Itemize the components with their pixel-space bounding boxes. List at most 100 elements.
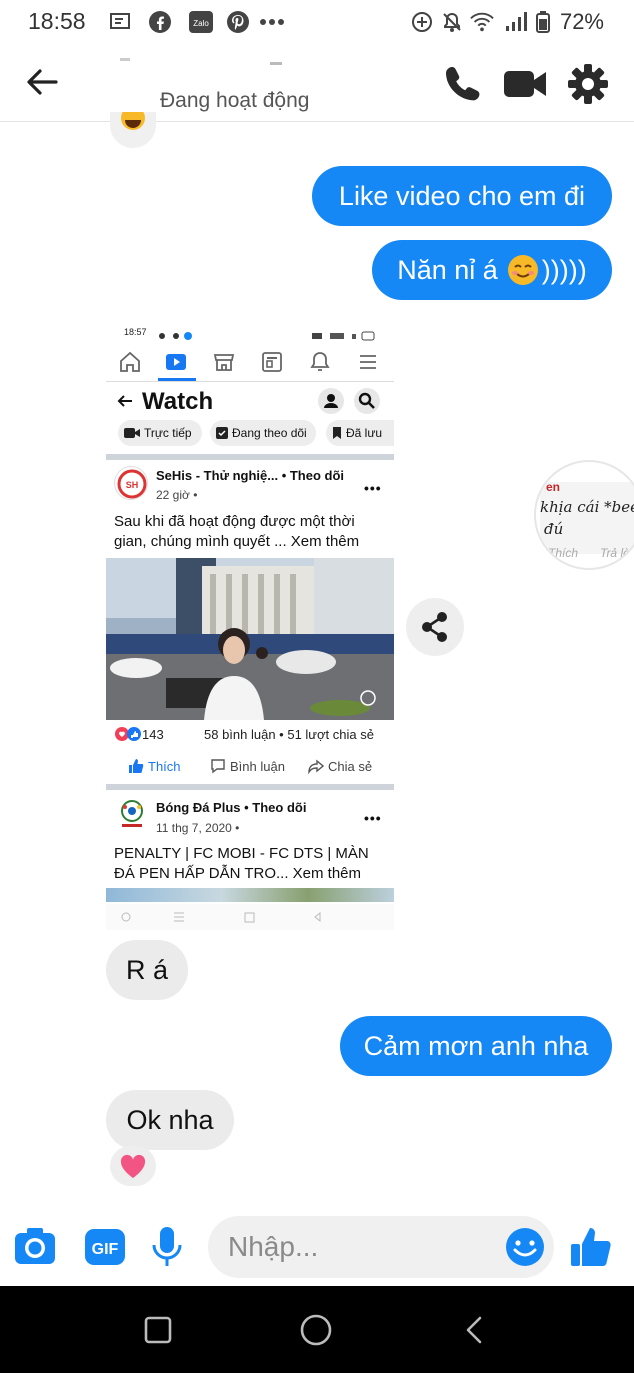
post-time: 22 giờ •: [156, 488, 198, 502]
contact-name-obscured: [120, 58, 130, 61]
square-icon: [144, 1316, 172, 1344]
screenshot-system-nav: [106, 904, 394, 930]
settings-button[interactable]: [566, 62, 610, 106]
message-incoming[interactable]: Ok nha: [106, 1090, 234, 1150]
menu-icon: [356, 350, 380, 374]
message-composer: GIF: [0, 1210, 634, 1286]
preview-line1: khịa cái *beep: [540, 498, 634, 516]
camera-button[interactable]: [12, 1224, 58, 1270]
message-text-tail: ))))): [541, 254, 587, 285]
reaction-count: 143: [142, 727, 164, 742]
message-text: Năn nỉ á: [397, 254, 498, 285]
facebook-icon: [148, 10, 172, 34]
contact-status: Đang hoạt động: [160, 89, 310, 112]
thumbs-up-icon: [571, 1228, 611, 1266]
status-bar: 18:58 Zalo 72%: [0, 0, 634, 44]
preview-line2: đú: [544, 520, 564, 538]
screenshot-time: 18:57: [124, 327, 147, 337]
microphone-icon: [152, 1227, 182, 1266]
message-text: R á: [125, 954, 169, 985]
reaction-icons: [114, 726, 144, 742]
settings-icon: [568, 64, 608, 104]
bookmark-icon: [333, 427, 341, 439]
circle-icon: [300, 1314, 332, 1346]
watch-title: Watch: [142, 388, 214, 415]
home-button[interactable]: [298, 1312, 334, 1348]
svg-text:Zalo: Zalo: [193, 19, 209, 28]
chip-following: Đang theo dõi: [210, 420, 316, 446]
chip-saved: Đã lưu: [326, 420, 394, 446]
emoji-button[interactable]: [502, 1224, 548, 1270]
post-text-line1: PENALTY | FC MOBI - FC DTS | MÀN: [114, 845, 369, 862]
back-chevron-icon: [466, 1316, 482, 1344]
profile-icon: [318, 388, 344, 414]
post-more-icon: •••: [364, 810, 382, 826]
microphone-button[interactable]: [144, 1224, 190, 1270]
comment-action: Bình luận: [210, 758, 285, 774]
reaction-bubble: [110, 106, 156, 148]
feed-separator: [106, 454, 394, 460]
message-incoming[interactable]: R á: [106, 940, 188, 1000]
post-text-line2: ĐÁ PEN HẤP DẪN TRO... Xem thêm: [114, 865, 362, 882]
page-avatar: [116, 798, 148, 830]
gif-button[interactable]: GIF: [82, 1224, 128, 1270]
watch-tab-icon: [164, 350, 188, 374]
battery-percent: 72%: [559, 9, 604, 34]
shared-screenshot-image[interactable]: 18:57 Watch Trực tiếp Đang theo dõi Đã l…: [106, 322, 394, 930]
data-saver-icon: [410, 10, 434, 34]
message-outgoing[interactable]: Cảm mơn anh nha: [340, 1016, 612, 1076]
share-button[interactable]: [406, 598, 464, 656]
emoji-icon: [506, 1228, 544, 1266]
phone-call-button[interactable]: [440, 62, 484, 106]
more-dots-icon: [258, 10, 286, 34]
live-video-icon: [124, 428, 140, 438]
phone-icon: [446, 67, 480, 101]
post-time: 11 thg 7, 2020 •: [156, 821, 240, 835]
like-send-button[interactable]: [568, 1224, 614, 1270]
back-button[interactable]: [22, 62, 62, 102]
message-text: Like video cho em đi: [338, 180, 586, 211]
share-arrow-icon: [308, 759, 324, 774]
next-video-thumbnail: [106, 888, 394, 902]
message-input[interactable]: [228, 1226, 498, 1268]
message-outgoing[interactable]: Like video cho em đi: [312, 166, 612, 226]
share-action: Chia sẻ: [308, 758, 372, 774]
smiling-emoji-icon: [507, 255, 538, 285]
reaction-bubble[interactable]: [110, 1146, 156, 1186]
post-page-name: Bóng Đá Plus • Theo dõi: [156, 800, 307, 815]
marketplace-icon: [212, 350, 236, 374]
like-action: Thích: [128, 758, 181, 774]
message-text: Cảm mơn anh nha: [363, 1030, 589, 1061]
screenshot-status-icons-left: [158, 328, 198, 340]
video-call-icon: [504, 71, 546, 97]
back-nav-button[interactable]: [458, 1314, 490, 1346]
screenshot-status-icons-right: [312, 328, 376, 341]
chip-live: Trực tiếp: [118, 420, 202, 446]
recent-apps-button[interactable]: [142, 1314, 174, 1346]
svg-text:GIF: GIF: [92, 1241, 119, 1258]
search-icon: [354, 388, 380, 414]
contact-name-obscured-2: [270, 62, 282, 65]
thumbs-up-icon: [129, 759, 144, 773]
preview-like: Thích: [548, 546, 579, 560]
laughing-emoji-icon: [121, 106, 145, 130]
post-more-icon: •••: [364, 480, 382, 496]
video-call-button[interactable]: [502, 62, 546, 106]
signal-icon: [504, 10, 528, 34]
message-icon: [108, 10, 132, 34]
wifi-icon: [470, 10, 494, 34]
battery-icon: [534, 10, 552, 34]
home-icon: [118, 350, 142, 374]
share-icon: [422, 612, 447, 642]
zalo-icon: Zalo: [188, 10, 214, 34]
pink-heart-icon: [120, 1154, 146, 1178]
system-navigation-bar: [0, 1286, 634, 1373]
chat-header: Đang hoạt động: [0, 44, 634, 122]
comment-icon: [211, 759, 225, 774]
message-outgoing[interactable]: Năn nỉ á ))))): [372, 240, 612, 300]
mute-icon: [440, 10, 464, 34]
screenshot-back-icon: [116, 392, 134, 410]
screenshot-nav-bar: [106, 344, 394, 382]
following-icon: [216, 427, 228, 439]
comment-preview-bubble: en khịa cái *beep đú Thích Trả lời: [534, 460, 634, 570]
